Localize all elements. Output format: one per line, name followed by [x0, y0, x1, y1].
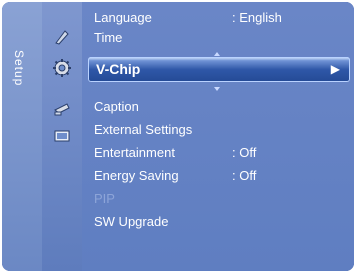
- menu-item-pip: PIP: [94, 190, 115, 208]
- menu-item-value: : English: [232, 10, 282, 25]
- menu-item-entertainment[interactable]: Entertainment : Off: [94, 144, 256, 162]
- menu-item-label: Caption: [94, 99, 139, 114]
- menu-item-label: Entertainment: [94, 145, 175, 160]
- menu-item-v-chip[interactable]: V-Chip ▶: [88, 57, 350, 82]
- menu-item-sw-upgrade[interactable]: SW Upgrade: [94, 213, 168, 231]
- menu-item-time[interactable]: Time: [94, 29, 122, 47]
- scroll-up-indicator-icon: [214, 52, 220, 56]
- menu-item-value: : Off: [232, 145, 257, 160]
- menu-item-label: Time: [94, 30, 123, 45]
- menu-item-label: Language: [94, 10, 152, 25]
- menu-item-label: SW Upgrade: [94, 214, 169, 229]
- menu-item-label: PIP: [94, 191, 115, 206]
- menu-item-language[interactable]: Language : English: [94, 9, 282, 27]
- menu-item-caption[interactable]: Caption: [94, 98, 139, 116]
- menu-item-label: External Settings: [94, 122, 193, 137]
- osd-menu-panel: Setup Language: English Time V-Chip ▶ C…: [2, 2, 354, 271]
- menu-item-label: V-Chip: [96, 61, 141, 77]
- menu-item-external-settings[interactable]: External Settings: [94, 121, 192, 139]
- menu-item-value: : Off: [232, 168, 257, 183]
- menu-item-label: Energy Saving: [94, 168, 179, 183]
- category-tab: Setup: [2, 2, 43, 271]
- settings-menu: Language : English Time V-Chip ▶ Caption…: [82, 2, 354, 271]
- setup-icon[interactable]: [52, 59, 72, 77]
- application-icon[interactable]: [52, 127, 72, 145]
- input-icon[interactable]: [52, 100, 72, 118]
- category-icons: [42, 2, 82, 271]
- menu-item-energy-saving[interactable]: Energy Saving : Off: [94, 167, 256, 185]
- picture-icon[interactable]: [52, 28, 72, 46]
- submenu-arrow-icon: ▶: [330, 62, 340, 76]
- category-label: Setup: [12, 50, 26, 87]
- scroll-down-indicator-icon: [214, 87, 220, 91]
